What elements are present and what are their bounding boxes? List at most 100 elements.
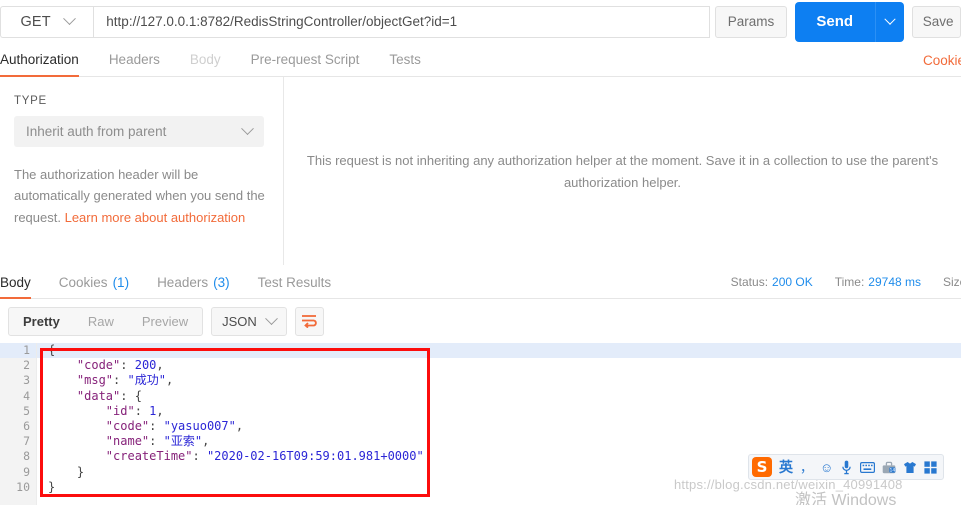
tab-authorization[interactable]: Authorization [0, 43, 79, 77]
code-token: "data" [76, 388, 121, 403]
send-label: Send [816, 13, 854, 30]
tab-authorization-label: Authorization [0, 52, 79, 67]
size-label: Size [943, 275, 961, 289]
type-label: TYPE [14, 95, 47, 107]
response-tab-body[interactable]: Body [0, 266, 31, 299]
line-number: 1 [0, 343, 36, 359]
code-token: 200 [134, 358, 157, 373]
authorization-inherit-message: This request is not inheriting any autho… [293, 150, 953, 195]
request-url-input[interactable]: http://127.0.0.1:8782/RedisStringControl… [93, 5, 711, 38]
line-number: 9 [23, 464, 30, 479]
response-tab-test-results[interactable]: Test Results [258, 266, 332, 298]
code-token: : [134, 403, 150, 418]
time-value: 29748 ms [868, 275, 921, 289]
tab-body[interactable]: Body [190, 43, 221, 76]
view-pretty-button[interactable]: Pretty [9, 308, 74, 335]
authorization-type-panel: TYPE Inherit auth from parent The author… [0, 77, 284, 265]
status-badge[interactable]: Status: 200 OK [731, 275, 813, 289]
authorization-panel: TYPE Inherit auth from parent The author… [0, 77, 961, 265]
line-number: 8 [23, 449, 30, 464]
code-token: , [165, 373, 174, 388]
chevron-down-icon [241, 122, 254, 136]
time-label: Time: [834, 275, 865, 289]
response-tab-cookies-count: (1) [112, 274, 130, 290]
status-value: 200 OK [772, 275, 813, 289]
code-token: } [48, 479, 56, 494]
params-button[interactable]: Params [715, 5, 787, 38]
wrap-lines-icon [302, 315, 318, 328]
code-token: : [120, 358, 135, 373]
sogou-logo-icon[interactable]: S [752, 457, 772, 477]
punctuation-toggle-icon[interactable]: ， [800, 458, 813, 476]
tab-body-label: Body [189, 52, 221, 67]
learn-more-authorization-link[interactable]: Learn more about authorization [65, 210, 246, 225]
code-token: "yasuo007" [163, 418, 236, 433]
apps-grid-icon[interactable] [924, 458, 937, 476]
chevron-down-icon [884, 13, 896, 25]
code-line: "code": "yasuo007", [37, 419, 961, 434]
authorization-message-panel: This request is not inheriting any autho… [284, 77, 961, 265]
code-token: "2020-02-16T09:59:01.981+0000" [206, 449, 424, 464]
line-number: 3 [23, 373, 30, 388]
line-number: 4 [23, 388, 30, 403]
response-tab-body-label: Body [0, 274, 31, 290]
code-token: : [149, 434, 164, 449]
code-token: : [149, 418, 164, 433]
request-url-text: http://127.0.0.1:8782/RedisStringControl… [106, 14, 458, 29]
save-label: Save [922, 14, 954, 29]
response-meta: Status:200 OK Time:29748 ms Size [731, 275, 961, 289]
sogou-ime-toolbar[interactable]: S 英 ， ☺ 14 [748, 454, 945, 480]
cookies-link[interactable]: Cookies [923, 53, 961, 68]
view-preview-button[interactable]: Preview [128, 308, 202, 335]
view-raw-button[interactable]: Raw [74, 308, 128, 335]
code-token: { [48, 343, 56, 357]
request-url-bar: GET http://127.0.0.1:8782/RedisStringCon… [0, 0, 961, 43]
cookies-link-label: Cookies [923, 53, 961, 68]
code-line: "msg": "成功", [37, 373, 961, 388]
emoji-icon[interactable]: ☺ [820, 458, 833, 476]
code-token: } [76, 464, 85, 479]
line-number: 5 [23, 403, 30, 418]
code-token: : { [120, 388, 142, 403]
code-token: "createTime" [105, 449, 193, 464]
code-token: "成功" [127, 373, 166, 388]
time-badge[interactable]: Time: 29748 ms [835, 275, 921, 289]
code-line: "name": "亚索", [37, 434, 961, 449]
response-tab-cookies-label: Cookies [58, 274, 108, 290]
send-button-group: Send [794, 1, 904, 42]
chevron-down-icon [62, 12, 76, 26]
http-method-dropdown[interactable]: GET [0, 5, 94, 38]
send-options-dropdown[interactable] [874, 1, 904, 42]
soft-keyboard-icon[interactable] [860, 458, 876, 476]
code-line: "id": 1, [37, 404, 961, 419]
wrap-lines-button[interactable] [294, 306, 324, 336]
code-token: "code" [105, 418, 150, 433]
code-token: , [156, 358, 164, 373]
code-token: , [202, 434, 210, 449]
line-number: 6 [23, 418, 30, 433]
response-tab-cookies[interactable]: Cookies (1) [59, 266, 129, 298]
chevron-down-icon [264, 311, 278, 325]
line-number: 10 [16, 479, 30, 494]
microphone-icon[interactable] [840, 458, 853, 476]
tab-tests[interactable]: Tests [389, 43, 421, 76]
toolbox-icon[interactable]: 14 [882, 458, 896, 476]
response-tab-bar: Body Cookies (1) Headers (3) Test Result… [0, 266, 961, 299]
send-button[interactable]: Send [794, 1, 875, 42]
code-line: "code": 200, [37, 358, 961, 373]
skin-shirt-icon[interactable] [903, 458, 917, 476]
code-line: { [37, 343, 961, 359]
size-badge[interactable]: Size [943, 275, 961, 289]
auth-type-select[interactable]: Inherit auth from parent [14, 116, 264, 147]
save-button[interactable]: Save [911, 5, 961, 38]
chinese-english-toggle-icon[interactable]: 英 [779, 458, 793, 476]
body-view-segmented-control: Pretty Raw Preview [8, 306, 204, 336]
tab-headers[interactable]: Headers [109, 43, 160, 76]
tab-pre-request-script[interactable]: Pre-request Script [251, 43, 360, 76]
response-body-toolbar: Pretty Raw Preview JSON [0, 299, 961, 343]
response-tab-headers[interactable]: Headers (3) [157, 266, 230, 298]
response-tab-headers-count: (3) [213, 274, 230, 290]
body-format-select[interactable]: JSON [211, 306, 287, 336]
http-method-label: GET [20, 13, 51, 30]
code-token: : [113, 373, 128, 388]
